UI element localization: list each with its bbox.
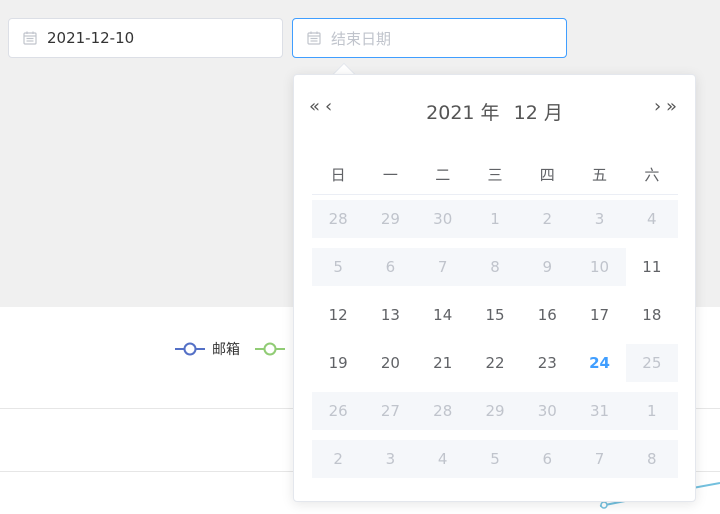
calendar-day: 2 [521, 200, 574, 238]
calendar-day: 5 [312, 248, 365, 286]
calendar-day: 7 [416, 248, 469, 286]
year-label[interactable]: 2021 年 [426, 102, 499, 124]
next-month-button[interactable]: › [654, 97, 661, 117]
calendar-week-row: 28 29 30 1 2 3 4 [312, 200, 678, 238]
calendar-day: 8 [625, 440, 678, 478]
calendar-day: 10 [573, 248, 626, 286]
start-date-input[interactable]: 2021-12-10 [8, 18, 283, 58]
calendar-day[interactable]: 22 [469, 344, 521, 382]
calendar-day: 4 [416, 440, 469, 478]
calendar-day: 27 [364, 392, 417, 430]
calendar-day: 28 [312, 200, 365, 238]
calendar-day: 29 [364, 200, 417, 238]
calendar-week-row: 5 6 7 8 9 10 11 [312, 248, 678, 286]
calendar-icon [23, 31, 37, 45]
end-date-placeholder: 结束日期 [331, 29, 392, 48]
calendar-day: 9 [521, 248, 574, 286]
next-year-button[interactable]: » [666, 97, 677, 117]
weekday-label: 四 [539, 166, 555, 184]
day-grid: 28 29 30 1 2 3 4 5 6 7 8 9 10 11 12 13 14 15 16 17 18 19 20 21 2… [312, 200, 678, 488]
calendar-day[interactable]: 18 [626, 296, 678, 334]
calendar-day: 2 [312, 440, 365, 478]
weekday-label: 二 [435, 166, 451, 184]
weekday-label: 一 [382, 166, 398, 184]
calendar-day: 6 [364, 248, 417, 286]
calendar-day[interactable]: 20 [364, 344, 416, 382]
calendar-week-row: 2345678 [312, 440, 678, 478]
weekday-label: 日 [330, 166, 346, 184]
calendar-day: 28 [416, 392, 469, 430]
calendar-day[interactable]: 16 [521, 296, 573, 334]
calendar-day[interactable]: 21 [417, 344, 469, 382]
calendar-day: 5 [468, 440, 522, 478]
calendar-day[interactable]: 15 [469, 296, 521, 334]
calendar-week-row: 26 27 28 29 30 31 1 [312, 392, 678, 430]
calendar-day: 26 [312, 392, 365, 430]
calendar-day: 3 [364, 440, 417, 478]
calendar-day: 1 [468, 200, 522, 238]
calendar-week-row: 12 13 14 15 16 17 18 [312, 296, 678, 334]
calendar-day[interactable]: 11 [626, 248, 678, 286]
calendar-day: 1 [625, 392, 678, 430]
weekday-label: 五 [592, 166, 608, 184]
calendar-day: 29 [468, 392, 522, 430]
end-date-input[interactable]: 结束日期 [292, 18, 567, 58]
calendar-day: 31 [573, 392, 626, 430]
calendar-day: 30 [416, 200, 469, 238]
calendar-day-today[interactable]: 24 [573, 344, 625, 382]
calendar-day[interactable]: 13 [364, 296, 416, 334]
calendar-day: 6 [521, 440, 574, 478]
start-date-value: 2021-12-10 [47, 29, 135, 47]
calendar-day: 3 [573, 200, 626, 238]
calendar-day[interactable]: 23 [521, 344, 573, 382]
calendar-week-row: 19 20 21 22 23 24 25 [312, 344, 678, 382]
picker-header: 2021 年 12 月 [294, 93, 695, 129]
month-label[interactable]: 12 月 [514, 102, 563, 124]
calendar-day[interactable]: 12 [312, 296, 364, 334]
weekday-label: 六 [644, 166, 660, 184]
date-picker-panel: « ‹ 2021 年 12 月 › » 日 一 二 三 四 五 六 28 29 30… [293, 74, 696, 502]
calendar-day: 30 [521, 392, 574, 430]
header-title: 2021 年 12 月 [422, 98, 567, 125]
calendar-day: 8 [468, 248, 522, 286]
calendar-day: 7 [573, 440, 626, 478]
weekday-header: 日 一 二 三 四 五 六 [312, 155, 678, 195]
weekday-label: 三 [487, 166, 503, 184]
calendar-day: 25 [625, 344, 678, 382]
calendar-day[interactable]: 19 [312, 344, 364, 382]
calendar-day[interactable]: 17 [573, 296, 625, 334]
calendar-day: 4 [625, 200, 678, 238]
calendar-day[interactable]: 14 [417, 296, 469, 334]
calendar-icon [307, 31, 321, 45]
